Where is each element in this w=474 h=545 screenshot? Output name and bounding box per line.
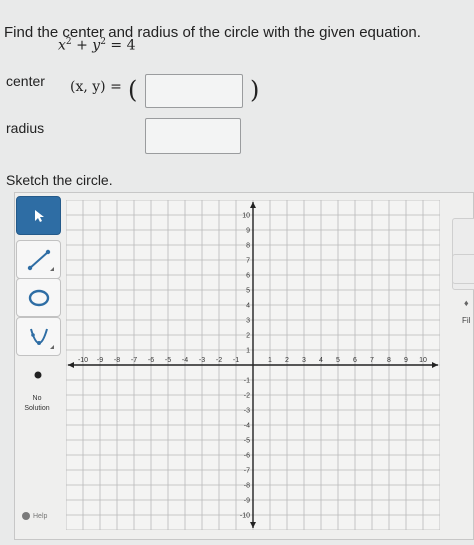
center-answer-input[interactable] bbox=[145, 74, 243, 108]
y-tick-label: 5 bbox=[246, 288, 250, 295]
x-tick-label: -10 bbox=[78, 357, 88, 364]
x-tick-label: 10 bbox=[419, 357, 427, 364]
center-close-paren: ) bbox=[250, 76, 260, 104]
x-tick-label: 6 bbox=[353, 357, 357, 364]
y-tick-label: -1 bbox=[244, 378, 250, 385]
no-solution-button[interactable]: No Solution bbox=[16, 394, 58, 414]
side-panel-tab-lower[interactable] bbox=[452, 254, 474, 284]
x-tick-label: -5 bbox=[165, 357, 171, 364]
y-tick-label: 3 bbox=[246, 318, 250, 325]
eq-x: x bbox=[58, 37, 66, 54]
radius-label: radius bbox=[6, 120, 45, 136]
y-tick-label: -7 bbox=[244, 468, 250, 475]
fill-icon: ♦ bbox=[464, 298, 469, 308]
point-icon bbox=[34, 371, 41, 378]
select-tool-button[interactable] bbox=[16, 196, 61, 235]
circle-tool-button[interactable] bbox=[16, 278, 61, 317]
coordinate-plane[interactable]: -10 -9 -8 -7 -6 -5 -4 -3 -2 -1 1 2 3 4 5 6 7 8 9 10 -10 -9 -8 -… bbox=[66, 200, 440, 530]
y-tick-label: -10 bbox=[240, 513, 250, 520]
y-tick-label: 6 bbox=[246, 273, 250, 280]
no-solution-line2: Solution bbox=[24, 405, 50, 412]
eq-rhs: = 4 bbox=[105, 37, 136, 54]
x-tick-label: 9 bbox=[404, 357, 408, 364]
x-tick-label: 3 bbox=[302, 357, 306, 364]
x-tick-label: -1 bbox=[233, 357, 239, 364]
x-tick-label: 2 bbox=[285, 357, 289, 364]
radius-answer-input[interactable] bbox=[145, 118, 241, 154]
y-tick-label: -3 bbox=[244, 408, 250, 415]
x-tick-label: 4 bbox=[319, 357, 323, 364]
y-tick-label: 2 bbox=[246, 333, 250, 340]
center-xy-label: (x, y) = bbox=[70, 79, 122, 95]
y-tick-label: -9 bbox=[244, 498, 250, 505]
y-tick-label: -6 bbox=[244, 453, 250, 460]
y-tick-label: -2 bbox=[244, 393, 250, 400]
y-tick-label: -8 bbox=[244, 483, 250, 490]
y-tick-label: 7 bbox=[246, 258, 250, 265]
x-tick-label: 1 bbox=[268, 357, 272, 364]
x-tick-label: 5 bbox=[336, 357, 340, 364]
circle-equation: x2 + y2 = 4 bbox=[58, 37, 135, 54]
y-tick-label: -4 bbox=[244, 423, 250, 430]
center-open-paren: ( bbox=[128, 76, 138, 104]
x-tick-label: -3 bbox=[199, 357, 205, 364]
x-tick-label: -4 bbox=[182, 357, 188, 364]
arrow-pointer-icon bbox=[34, 209, 44, 222]
parabola-icon bbox=[29, 328, 54, 349]
x-tick-label: -8 bbox=[114, 357, 120, 364]
line-segment-icon bbox=[27, 249, 54, 271]
line-tool-button[interactable] bbox=[16, 240, 61, 279]
point-tool-button[interactable] bbox=[16, 356, 59, 393]
circle-icon bbox=[28, 289, 49, 306]
center-label: center bbox=[6, 73, 45, 89]
eq-y: y bbox=[92, 37, 101, 54]
x-tick-label: 8 bbox=[387, 357, 391, 364]
x-tick-label: -9 bbox=[97, 357, 103, 364]
help-label: Help bbox=[33, 512, 48, 520]
no-solution-line1: No bbox=[32, 395, 42, 402]
parabola-tool-button[interactable] bbox=[16, 317, 61, 356]
eq-plus: + bbox=[71, 37, 93, 54]
x-tick-label: -7 bbox=[131, 357, 137, 364]
y-tick-label: 8 bbox=[246, 243, 250, 250]
help-link[interactable]: Help bbox=[22, 512, 47, 520]
help-icon bbox=[22, 512, 30, 520]
x-tick-label: -2 bbox=[216, 357, 222, 364]
x-tick-label: 7 bbox=[370, 357, 374, 364]
y-tick-label: 9 bbox=[246, 228, 250, 235]
y-tick-label: 1 bbox=[246, 348, 250, 355]
y-tick-label: -5 bbox=[244, 438, 250, 445]
y-tick-label: 10 bbox=[242, 213, 250, 220]
x-tick-label: -6 bbox=[148, 357, 154, 364]
y-tick-label: 4 bbox=[246, 303, 250, 310]
sketch-instruction: Sketch the circle. bbox=[6, 172, 113, 188]
fill-label: Fil bbox=[462, 316, 471, 325]
